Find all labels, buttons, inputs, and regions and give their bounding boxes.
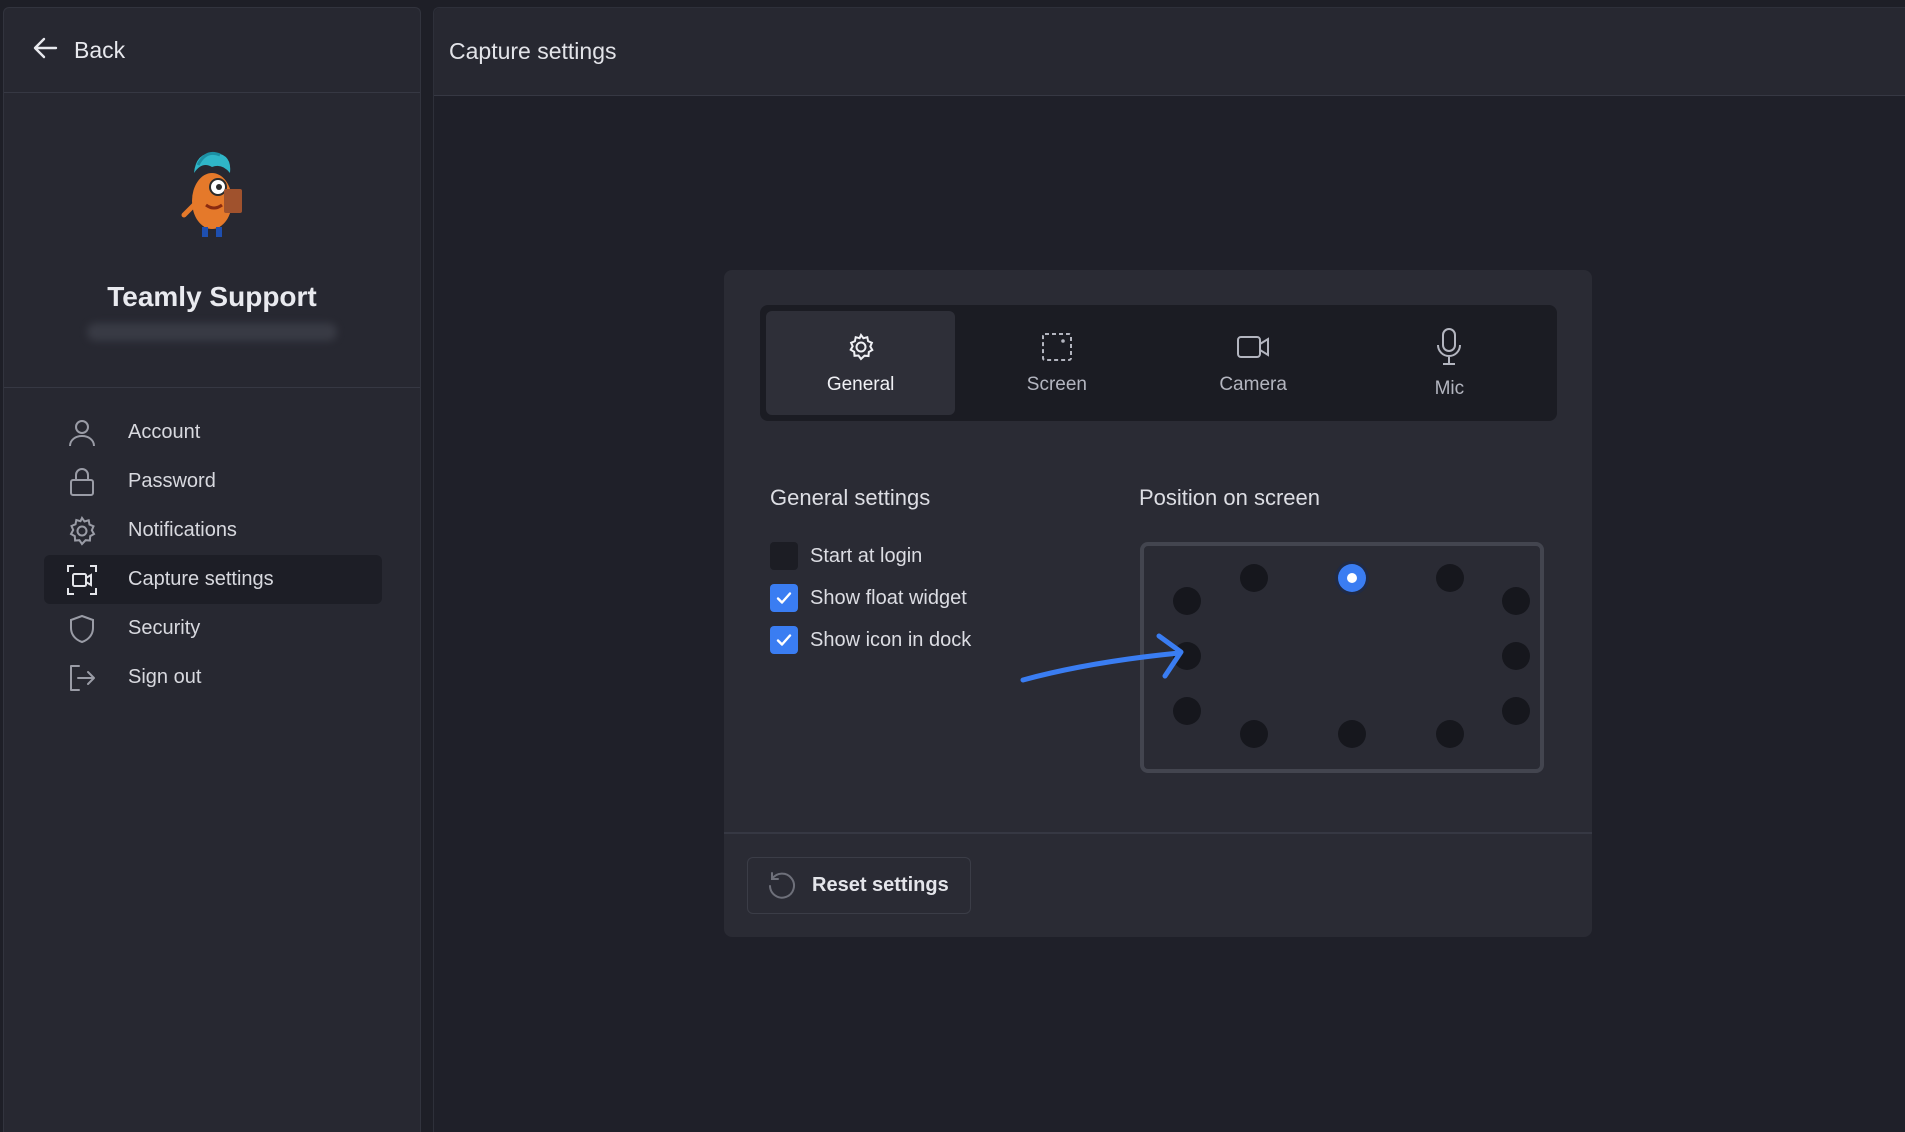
checkbox-unchecked[interactable] (770, 542, 798, 570)
position-bottom-left[interactable] (1240, 720, 1268, 748)
general-settings-title: General settings (770, 485, 931, 510)
lock-icon (64, 464, 100, 500)
option-label: Show float widget (810, 586, 967, 609)
profile-email-redacted (87, 323, 337, 341)
reset-icon (769, 871, 795, 899)
sidebar-item-security[interactable]: Security (44, 604, 382, 653)
sidebar-nav: Account Password Notifications Capture s… (44, 408, 382, 702)
user-icon (64, 415, 100, 451)
main-header: Capture settings (434, 8, 1905, 96)
gear-icon (64, 513, 100, 549)
option-label: Show icon in dock (810, 628, 972, 651)
sidebar-item-label: Sign out (128, 666, 202, 688)
tab-screen[interactable]: Screen (962, 311, 1151, 415)
checkmark-icon (776, 634, 792, 646)
tab-general[interactable]: General (766, 311, 956, 415)
sidebar-item-label: Security (128, 617, 201, 639)
checkmark-icon (776, 592, 792, 604)
position-left-bottom[interactable] (1173, 697, 1201, 725)
sidebar-item-sign-out[interactable]: Sign out (44, 653, 382, 702)
position-right-bottom[interactable] (1502, 697, 1530, 725)
position-title: Position on screen (1139, 485, 1320, 510)
tab-label: General (826, 374, 895, 395)
tab-label: Mic (1434, 378, 1465, 399)
app-window: Back Teamly Support Account Password Not… (0, 0, 1905, 1132)
sign-out-icon (64, 660, 100, 696)
arrow-left-icon (32, 34, 60, 67)
position-top-left[interactable] (1240, 564, 1268, 592)
sidebar-item-capture-settings[interactable]: Capture settings (44, 555, 382, 604)
sidebar-item-label: Password (128, 470, 216, 492)
divider (724, 832, 1592, 834)
position-right-top[interactable] (1502, 587, 1530, 615)
position-left-top[interactable] (1173, 587, 1201, 615)
shield-icon (64, 611, 100, 647)
position-bottom-right[interactable] (1436, 720, 1464, 748)
reset-settings-label: Reset settings (812, 874, 949, 896)
tab-label: Screen (1026, 374, 1087, 395)
sidebar-item-label: Notifications (128, 519, 237, 541)
sidebar-item-label: Account (128, 421, 201, 443)
tab-mic[interactable]: Mic (1355, 311, 1544, 415)
back-button[interactable]: Back (4, 8, 420, 93)
avatar (172, 143, 252, 243)
tab-camera[interactable]: Camera (1159, 311, 1348, 415)
profile-name: Teamly Support (107, 281, 317, 312)
option-start-at-login[interactable]: Start at login (770, 542, 922, 570)
tab-label: Camera (1219, 374, 1287, 395)
position-picker (1140, 542, 1544, 773)
back-label: Back (74, 36, 126, 63)
reset-settings-button[interactable]: Reset settings (747, 857, 971, 914)
capture-settings-card: General Screen Camera Mic General settin… (724, 270, 1592, 937)
position-top-right[interactable] (1436, 564, 1464, 592)
sidebar-item-password[interactable]: Password (44, 457, 382, 506)
main-panel: Capture settings General Screen Camera M… (433, 7, 1905, 1132)
annotation-arrow-icon (1020, 633, 1184, 683)
screen-select-icon (1041, 333, 1072, 361)
profile: Teamly Support (4, 93, 420, 388)
position-bottom-center[interactable] (1338, 720, 1366, 748)
capture-icon (64, 562, 100, 598)
option-show-icon-in-dock[interactable]: Show icon in dock (770, 626, 971, 654)
sidebar: Back Teamly Support Account Password Not… (3, 7, 421, 1132)
tab-bar: General Screen Camera Mic (760, 305, 1557, 421)
checkbox-checked[interactable] (770, 626, 798, 654)
sidebar-item-account[interactable]: Account (44, 408, 382, 457)
mic-icon (1437, 328, 1462, 365)
gear-icon (848, 333, 874, 361)
sidebar-item-notifications[interactable]: Notifications (44, 506, 382, 555)
page-title: Capture settings (449, 38, 617, 64)
option-label: Start at login (810, 544, 923, 567)
position-top-center[interactable] (1338, 564, 1366, 592)
camera-icon (1237, 336, 1270, 358)
option-show-float-widget[interactable]: Show float widget (770, 584, 967, 612)
sidebar-item-label: Capture settings (128, 568, 274, 590)
checkbox-checked[interactable] (770, 584, 798, 612)
position-right-middle[interactable] (1502, 642, 1530, 670)
